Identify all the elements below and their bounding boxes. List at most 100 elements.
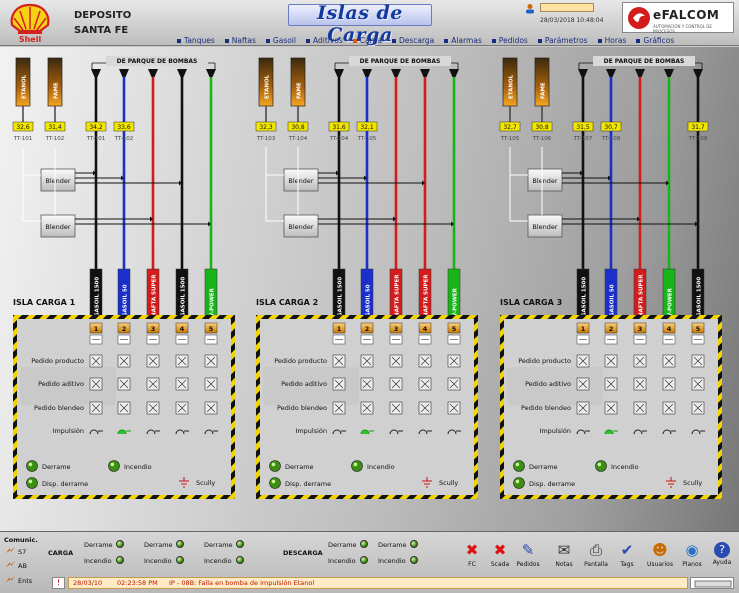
nav-item-parámetros[interactable]: Parámetros [533,35,593,46]
bottom-status-led-icon [176,556,184,564]
nav-item-naftas[interactable]: Naftas [220,35,261,46]
nav-item-aditivos[interactable]: Aditivos [301,35,348,46]
arm-number: 1 [337,325,342,333]
temp-value: 31,5 [576,124,590,131]
bottom-led-label: Derrame [144,541,173,549]
nav-bullet-icon [352,39,357,43]
led-label-derrame: Derrame [529,463,558,471]
alarm-date: 28/03/10 [73,579,103,587]
led-highlight [597,462,602,467]
bottom-status-led-icon [116,540,124,548]
tool-planos[interactable]: ◉ Planos [678,540,706,568]
nav-bullet-icon [177,39,181,43]
blender-label: Blender [288,223,314,231]
island-2: ETANOL 32,3 TT-103 FAME 30,8 TT-104 DE PARQUE … [256,56,478,499]
nav-bullet-icon [491,39,496,43]
bottom-status-led-icon [360,556,368,564]
status-led-icon [595,460,607,472]
row-label-impulsion: Impulsión [539,427,571,435]
nav-item-alarmas[interactable]: Alarmas [439,35,487,46]
tool-tags[interactable]: ✔ Tags [613,540,641,568]
scully-label: Scully [196,479,215,487]
led-highlight [353,462,358,467]
island-title: ISLA CARGA 2 [256,298,318,307]
arm-number: 5 [452,325,457,333]
tool-label: Pantalla [584,561,608,568]
alarm-ack-button[interactable] [690,577,734,589]
alarm-banner[interactable]: 28/03/10 02:23:58 PM IP - 08B: Falla en … [68,577,688,589]
blender-label: Blender [532,177,558,185]
temp-value: 30,8 [535,124,549,131]
nav-item-tanques[interactable]: Tanques [172,35,220,46]
user-field[interactable] [540,3,594,12]
user-icon[interactable] [524,3,536,14]
temp-tag: TT-102 [45,136,65,142]
tool-ayuda[interactable]: ? Ayuda [708,540,736,566]
tool-notas[interactable]: ✉ Notas [550,540,578,568]
notes-icon: ✉ [557,541,571,559]
arm-label: NAFTA SUPER [152,274,158,317]
users-icon: ☻ [652,541,668,559]
nav-item-horas[interactable]: Horas [593,35,632,46]
temp-tag: TT-109 [688,136,708,142]
row-label-pedido_producto: Pedido producto [518,357,571,365]
site-line-2: SANTA FE [74,25,129,36]
temp-value: 31,6 [332,124,346,131]
nav-item-carga[interactable]: Carga [348,35,387,46]
temp-tag: TT-103 [256,136,276,142]
nav-item-label: Horas [604,36,627,45]
bottom-status-led-icon [116,556,124,564]
led-label-derrame: Derrame [42,463,71,471]
tool-usuarios[interactable]: ☻ Usuarios [646,540,674,568]
datetime-readout: 28/03/2018 10:48:04 [540,17,604,24]
temp-tag: TT-101 [13,136,33,142]
blender-label: Blender [45,177,71,185]
led-highlight [28,462,33,467]
arm-number: 1 [581,325,586,333]
row-label-impulsion: Impulsión [52,427,84,435]
tool-pedidos[interactable]: ✎ Pedidos [514,540,542,568]
nav-bullet-icon [305,39,310,43]
vendor-logo: eFALCOM AUTOMACIÓN Y CONTROL DE PROCESOS [622,2,734,34]
led-highlight [515,462,520,467]
bottom-status-led-icon [360,540,368,548]
bottom-status-led-icon [236,540,244,548]
tool-label: Notas [555,561,573,568]
funnel-icon [119,69,129,77]
tool-pantalla[interactable]: ⎙ Pantalla [582,540,610,568]
arm-number: 2 [609,325,614,333]
tool-scada[interactable]: ✖ Scada [486,540,514,568]
nav-bullet-icon [597,39,602,43]
bottom-status-led-icon [410,540,418,548]
nav-item-pedidos[interactable]: Pedidos [487,35,533,46]
row-label-pedido_producto: Pedido producto [31,357,84,365]
nav-item-gasoil[interactable]: Gasoil [261,35,301,46]
tool-fc[interactable]: ✖ FC [458,540,486,568]
bottom-led-label: Incendio [378,557,406,565]
printer-icon: ⎙ [589,541,602,559]
nav-bullet-icon [391,39,396,43]
funnel-icon [91,69,101,77]
vendor-name: eFALCOM [653,8,720,22]
led-highlight [515,479,520,484]
shell-logo-icon: Shell [10,3,50,43]
nav-item-gráficos[interactable]: Gráficos [631,35,679,46]
nav-item-label: Gasoil [272,36,296,45]
row-label-pedido_aditivo: Pedido aditivo [38,380,84,388]
arm-label: GASOIL 1500 [181,277,187,317]
funnel-icon [449,69,459,77]
comm-title: Comunic. [4,536,38,544]
temp-value: 31,7 [691,124,705,131]
tank-label: ETANOL [265,74,271,99]
arm-number: 5 [696,325,701,333]
row-label-pedido_blendeo: Pedido blendeo [521,404,571,412]
row-label-pedido_producto: Pedido producto [274,357,327,365]
tool-label: Tags [620,561,634,568]
nav-item-descarga[interactable]: Descarga [387,35,439,46]
alarm-bell-icon[interactable]: ! [52,577,65,589]
island-title: ISLA CARGA 1 [13,298,76,307]
arm-number: 3 [151,325,156,333]
nav-item-label: Alarmas [451,36,482,45]
carga-label: CARGA [48,549,74,557]
arm-number: 1 [94,325,99,333]
